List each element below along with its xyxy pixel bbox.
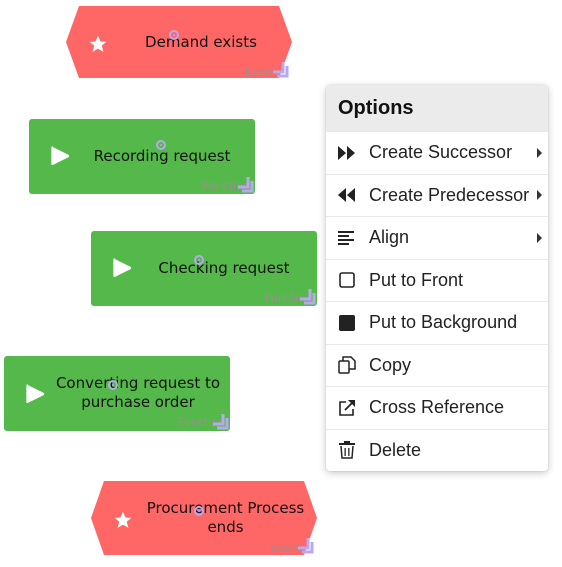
connection-anchor-icon[interactable] (169, 30, 179, 40)
node-label: Checking request (158, 259, 290, 277)
play-icon (51, 146, 70, 166)
resize-handle-icon[interactable] (211, 412, 229, 430)
trash-icon (337, 440, 357, 460)
menu-item-label: Create Successor (369, 142, 513, 163)
connection-anchor-icon[interactable] (156, 140, 166, 150)
node-label: Converting request to purchase order (55, 374, 221, 411)
menu-item-create-successor[interactable]: Create Successor (326, 131, 548, 174)
play-icon (26, 384, 45, 404)
menu-item-cross-reference[interactable]: Cross Reference (326, 386, 548, 429)
context-menu-title: Options (326, 85, 548, 131)
menu-item-put-to-background[interactable]: Put to Background (326, 301, 548, 344)
menu-item-label: Cross Reference (369, 397, 505, 418)
menu-item-label: Delete (369, 439, 422, 460)
fast-forward-icon (337, 143, 357, 163)
function-node-checking-request[interactable]: Checking request Function (91, 231, 317, 306)
context-menu: Options Create Successor Create Predeces… (326, 85, 548, 471)
menu-item-label: Put to Background (369, 312, 518, 333)
connection-anchor-icon[interactable] (194, 506, 204, 516)
rewind-icon (337, 185, 357, 205)
event-node-demand-exists[interactable]: Demand exists Event (66, 6, 292, 78)
function-node-recording-request[interactable]: Recording request Function (29, 119, 255, 194)
function-node-converting-request[interactable]: Converting request to purchase order Fun… (4, 356, 230, 431)
square-outline-icon (337, 270, 357, 290)
resize-handle-icon[interactable] (296, 536, 314, 554)
connection-anchor-icon[interactable] (194, 255, 204, 265)
node-label: Demand exists (145, 33, 257, 51)
square-filled-icon (337, 313, 357, 333)
menu-item-copy[interactable]: Copy (326, 343, 548, 387)
external-link-icon (337, 398, 357, 418)
submenu-arrow-icon (537, 232, 542, 243)
menu-item-label: Create Predecessor (369, 184, 530, 205)
menu-item-label: Put to Front (369, 269, 464, 290)
align-icon (337, 228, 357, 248)
resize-handle-icon[interactable] (298, 287, 316, 305)
menu-item-align[interactable]: Align (326, 216, 548, 259)
submenu-arrow-icon (537, 190, 542, 201)
star-icon (114, 511, 132, 528)
menu-item-create-predecessor[interactable]: Create Predecessor (326, 173, 548, 217)
connection-anchor-icon[interactable] (108, 380, 118, 390)
submenu-arrow-icon (537, 147, 542, 158)
menu-item-delete[interactable]: Delete (326, 428, 548, 472)
resize-handle-icon[interactable] (271, 60, 289, 78)
star-icon (89, 35, 107, 52)
event-node-procurement-ends[interactable]: Procurement Process ends Event (91, 481, 317, 555)
menu-item-label: Copy (369, 354, 412, 375)
menu-item-label: Align (369, 227, 410, 248)
play-icon (113, 258, 132, 278)
menu-item-put-to-front[interactable]: Put to Front (326, 258, 548, 302)
resize-handle-icon[interactable] (236, 175, 254, 193)
copy-icon (337, 355, 357, 375)
node-label: Procurement Process ends (146, 499, 305, 536)
